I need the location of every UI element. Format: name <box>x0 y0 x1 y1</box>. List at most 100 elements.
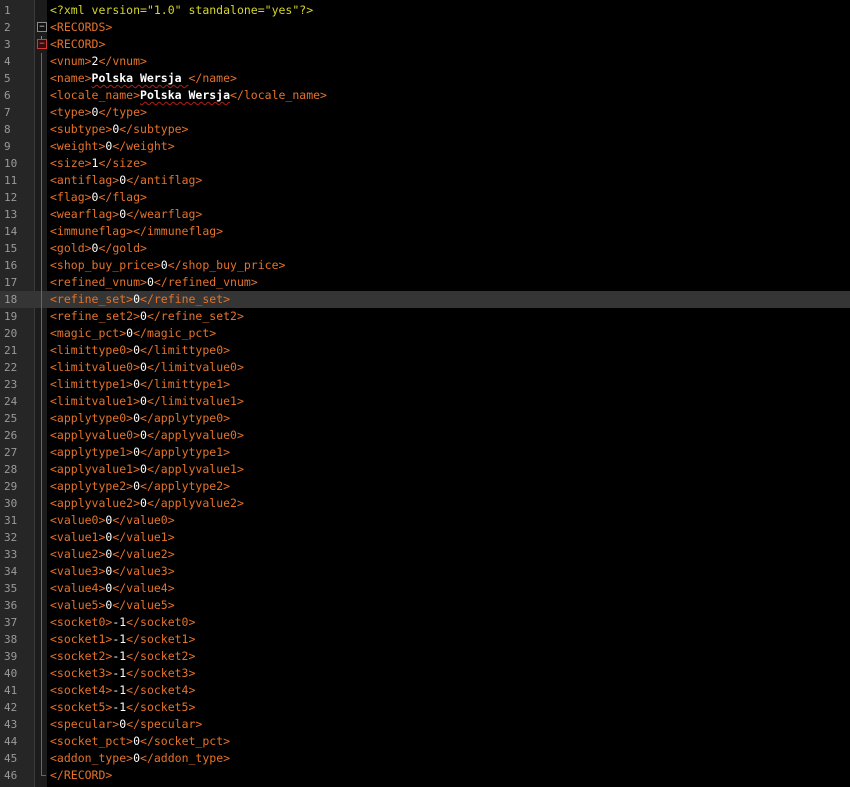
line-code[interactable]: <?xml version="1.0" standalone="yes"?> <box>50 2 313 19</box>
line-code[interactable]: <addon_type>0</addon_type> <box>50 750 230 767</box>
line-code[interactable]: <name>Polska Wersja </name> <box>50 70 237 87</box>
code-line[interactable]: 33 <value2>0</value2> <box>0 546 850 563</box>
code-line[interactable]: 13 <wearflag>0</wearflag> <box>0 206 850 223</box>
line-code[interactable]: <size>1</size> <box>50 155 147 172</box>
code-line[interactable]: 12 <flag>0</flag> <box>0 189 850 206</box>
line-code[interactable]: <vnum>2</vnum> <box>50 53 147 70</box>
code-line[interactable]: 5 <name>Polska Wersja </name> <box>0 70 850 87</box>
code-line[interactable]: 16 <shop_buy_price>0</shop_buy_price> <box>0 257 850 274</box>
line-code[interactable]: <limitvalue0>0</limitvalue0> <box>50 359 244 376</box>
line-code[interactable]: </RECORD> <box>50 767 112 784</box>
code-line[interactable]: 39 <socket2>-1</socket2> <box>0 648 850 665</box>
line-code[interactable]: <refined_vnum>0</refined_vnum> <box>50 274 258 291</box>
line-code[interactable]: <flag>0</flag> <box>50 189 147 206</box>
code-line[interactable]: 38 <socket1>-1</socket1> <box>0 631 850 648</box>
open-tag: <RECORD> <box>50 37 106 51</box>
line-code[interactable]: <refine_set>0</refine_set> <box>50 291 230 308</box>
code-line[interactable]: 37 <socket0>-1</socket0> <box>0 614 850 631</box>
line-code[interactable]: <RECORD> <box>50 36 105 53</box>
code-line[interactable]: 24 <limitvalue1>0</limitvalue1> <box>0 393 850 410</box>
line-code[interactable]: <value0>0</value0> <box>50 512 175 529</box>
code-line[interactable]: 17 <refined_vnum>0</refined_vnum> <box>0 274 850 291</box>
code-line[interactable]: 26 <applyvalue0>0</applyvalue0> <box>0 427 850 444</box>
line-code[interactable]: <applytype0>0</applytype0> <box>50 410 230 427</box>
line-code[interactable]: <applyvalue0>0</applyvalue0> <box>50 427 244 444</box>
line-code[interactable]: <socket3>-1</socket3> <box>50 665 195 682</box>
code-line[interactable]: 1 <?xml version="1.0" standalone="yes"?> <box>0 2 850 19</box>
line-code[interactable]: <value4>0</value4> <box>50 580 175 597</box>
line-code[interactable]: <type>0</type> <box>50 104 147 121</box>
line-code[interactable]: <specular>0</specular> <box>50 716 202 733</box>
code-line[interactable]: 27 <applytype1>0</applytype1> <box>0 444 850 461</box>
line-code[interactable]: <socket5>-1</socket5> <box>50 699 195 716</box>
line-code[interactable]: <magic_pct>0</magic_pct> <box>50 325 216 342</box>
code-line[interactable]: 20 <magic_pct>0</magic_pct> <box>0 325 850 342</box>
code-line[interactable]: 11 <antiflag>0</antiflag> <box>0 172 850 189</box>
line-code[interactable]: <gold>0</gold> <box>50 240 147 257</box>
code-line[interactable]: 31 <value0>0</value0> <box>0 512 850 529</box>
code-line[interactable]: 46 </RECORD> <box>0 767 850 784</box>
code-line[interactable]: 7 <type>0</type> <box>0 104 850 121</box>
line-code[interactable]: <socket1>-1</socket1> <box>50 631 195 648</box>
line-code[interactable]: <socket_pct>0</socket_pct> <box>50 733 230 750</box>
code-line[interactable]: 6 <locale_name>Polska Wersja</locale_name… <box>0 87 850 104</box>
code-line[interactable]: 28 <applyvalue1>0</applyvalue1> <box>0 461 850 478</box>
line-code[interactable]: <value3>0</value3> <box>50 563 175 580</box>
line-code[interactable]: <locale_name>Polska Wersja</locale_name> <box>50 87 327 104</box>
line-code[interactable]: <socket0>-1</socket0> <box>50 614 195 631</box>
code-line[interactable]: 25 <applytype0>0</applytype0> <box>0 410 850 427</box>
line-code[interactable]: <value1>0</value1> <box>50 529 175 546</box>
line-code[interactable]: <limitvalue1>0</limitvalue1> <box>50 393 244 410</box>
xml-editor[interactable]: 1 <?xml version="1.0" standalone="yes"?> 2… <box>0 0 850 787</box>
code-line[interactable]: 42 <socket5>-1</socket5> <box>0 699 850 716</box>
line-code[interactable]: <weight>0</weight> <box>50 138 175 155</box>
close-tag: </RECORD> <box>50 768 113 782</box>
line-code[interactable]: <immuneflag></immuneflag> <box>50 223 223 240</box>
code-line[interactable]: 4 <vnum>2</vnum> <box>0 53 850 70</box>
code-line[interactable]: 43 <specular>0</specular> <box>0 716 850 733</box>
code-line[interactable]: 32 <value1>0</value1> <box>0 529 850 546</box>
open-tag: <specular> <box>50 717 120 731</box>
code-line[interactable]: 23 <limittype1>0</limittype1> <box>0 376 850 393</box>
line-code[interactable]: <limittype0>0</limittype0> <box>50 342 230 359</box>
code-line[interactable]: 44 <socket_pct>0</socket_pct> <box>0 733 850 750</box>
line-code[interactable]: <applytype1>0</applytype1> <box>50 444 230 461</box>
line-code[interactable]: <wearflag>0</wearflag> <box>50 206 202 223</box>
code-line[interactable]: 29 <applytype2>0</applytype2> <box>0 478 850 495</box>
code-line[interactable]: 9 <weight>0</weight> <box>0 138 850 155</box>
code-line[interactable]: 40 <socket3>-1</socket3> <box>0 665 850 682</box>
close-tag: </specular> <box>126 717 203 731</box>
code-lines[interactable]: 1 <?xml version="1.0" standalone="yes"?> 2… <box>0 2 850 784</box>
line-code[interactable]: <RECORDS> <box>50 19 112 36</box>
line-code[interactable]: <refine_set2>0</refine_set2> <box>50 308 244 325</box>
line-code[interactable]: <applyvalue2>0</applyvalue2> <box>50 495 244 512</box>
code-line[interactable]: 22 <limitvalue0>0</limitvalue0> <box>0 359 850 376</box>
line-code[interactable]: <shop_buy_price>0</shop_buy_price> <box>50 257 285 274</box>
code-line[interactable]: 30 <applyvalue2>0</applyvalue2> <box>0 495 850 512</box>
code-line[interactable]: 34 <value3>0</value3> <box>0 563 850 580</box>
code-line[interactable]: 8 <subtype>0</subtype> <box>0 121 850 138</box>
code-line[interactable]: 10 <size>1</size> <box>0 155 850 172</box>
line-code[interactable]: <applyvalue1>0</applyvalue1> <box>50 461 244 478</box>
fold-collapse-icon[interactable]: − <box>37 22 47 32</box>
line-code[interactable]: <antiflag>0</antiflag> <box>50 172 202 189</box>
fold-collapse-icon[interactable]: − <box>37 39 47 49</box>
code-line[interactable]: 36 <value5>0</value5> <box>0 597 850 614</box>
line-code[interactable]: <subtype>0</subtype> <box>50 121 189 138</box>
line-code[interactable]: <value5>0</value5> <box>50 597 175 614</box>
line-code[interactable]: <applytype2>0</applytype2> <box>50 478 230 495</box>
code-line[interactable]: 14 <immuneflag></immuneflag> <box>0 223 850 240</box>
code-line[interactable]: 45 <addon_type>0</addon_type> <box>0 750 850 767</box>
code-line[interactable]: 19 <refine_set2>0</refine_set2> <box>0 308 850 325</box>
code-line[interactable]: 15 <gold>0</gold> <box>0 240 850 257</box>
code-line[interactable]: 41 <socket4>-1</socket4> <box>0 682 850 699</box>
line-code[interactable]: <socket4>-1</socket4> <box>50 682 195 699</box>
code-line[interactable]: 2 − <RECORDS> <box>0 19 850 36</box>
code-line[interactable]: 35 <value4>0</value4> <box>0 580 850 597</box>
line-code[interactable]: <limittype1>0</limittype1> <box>50 376 230 393</box>
code-line[interactable]: 21 <limittype0>0</limittype0> <box>0 342 850 359</box>
code-line[interactable]: 3 − <RECORD> <box>0 36 850 53</box>
line-code[interactable]: <value2>0</value2> <box>50 546 175 563</box>
current-line[interactable]: 18 <refine_set>0</refine_set> <box>0 291 850 308</box>
line-code[interactable]: <socket2>-1</socket2> <box>50 648 195 665</box>
